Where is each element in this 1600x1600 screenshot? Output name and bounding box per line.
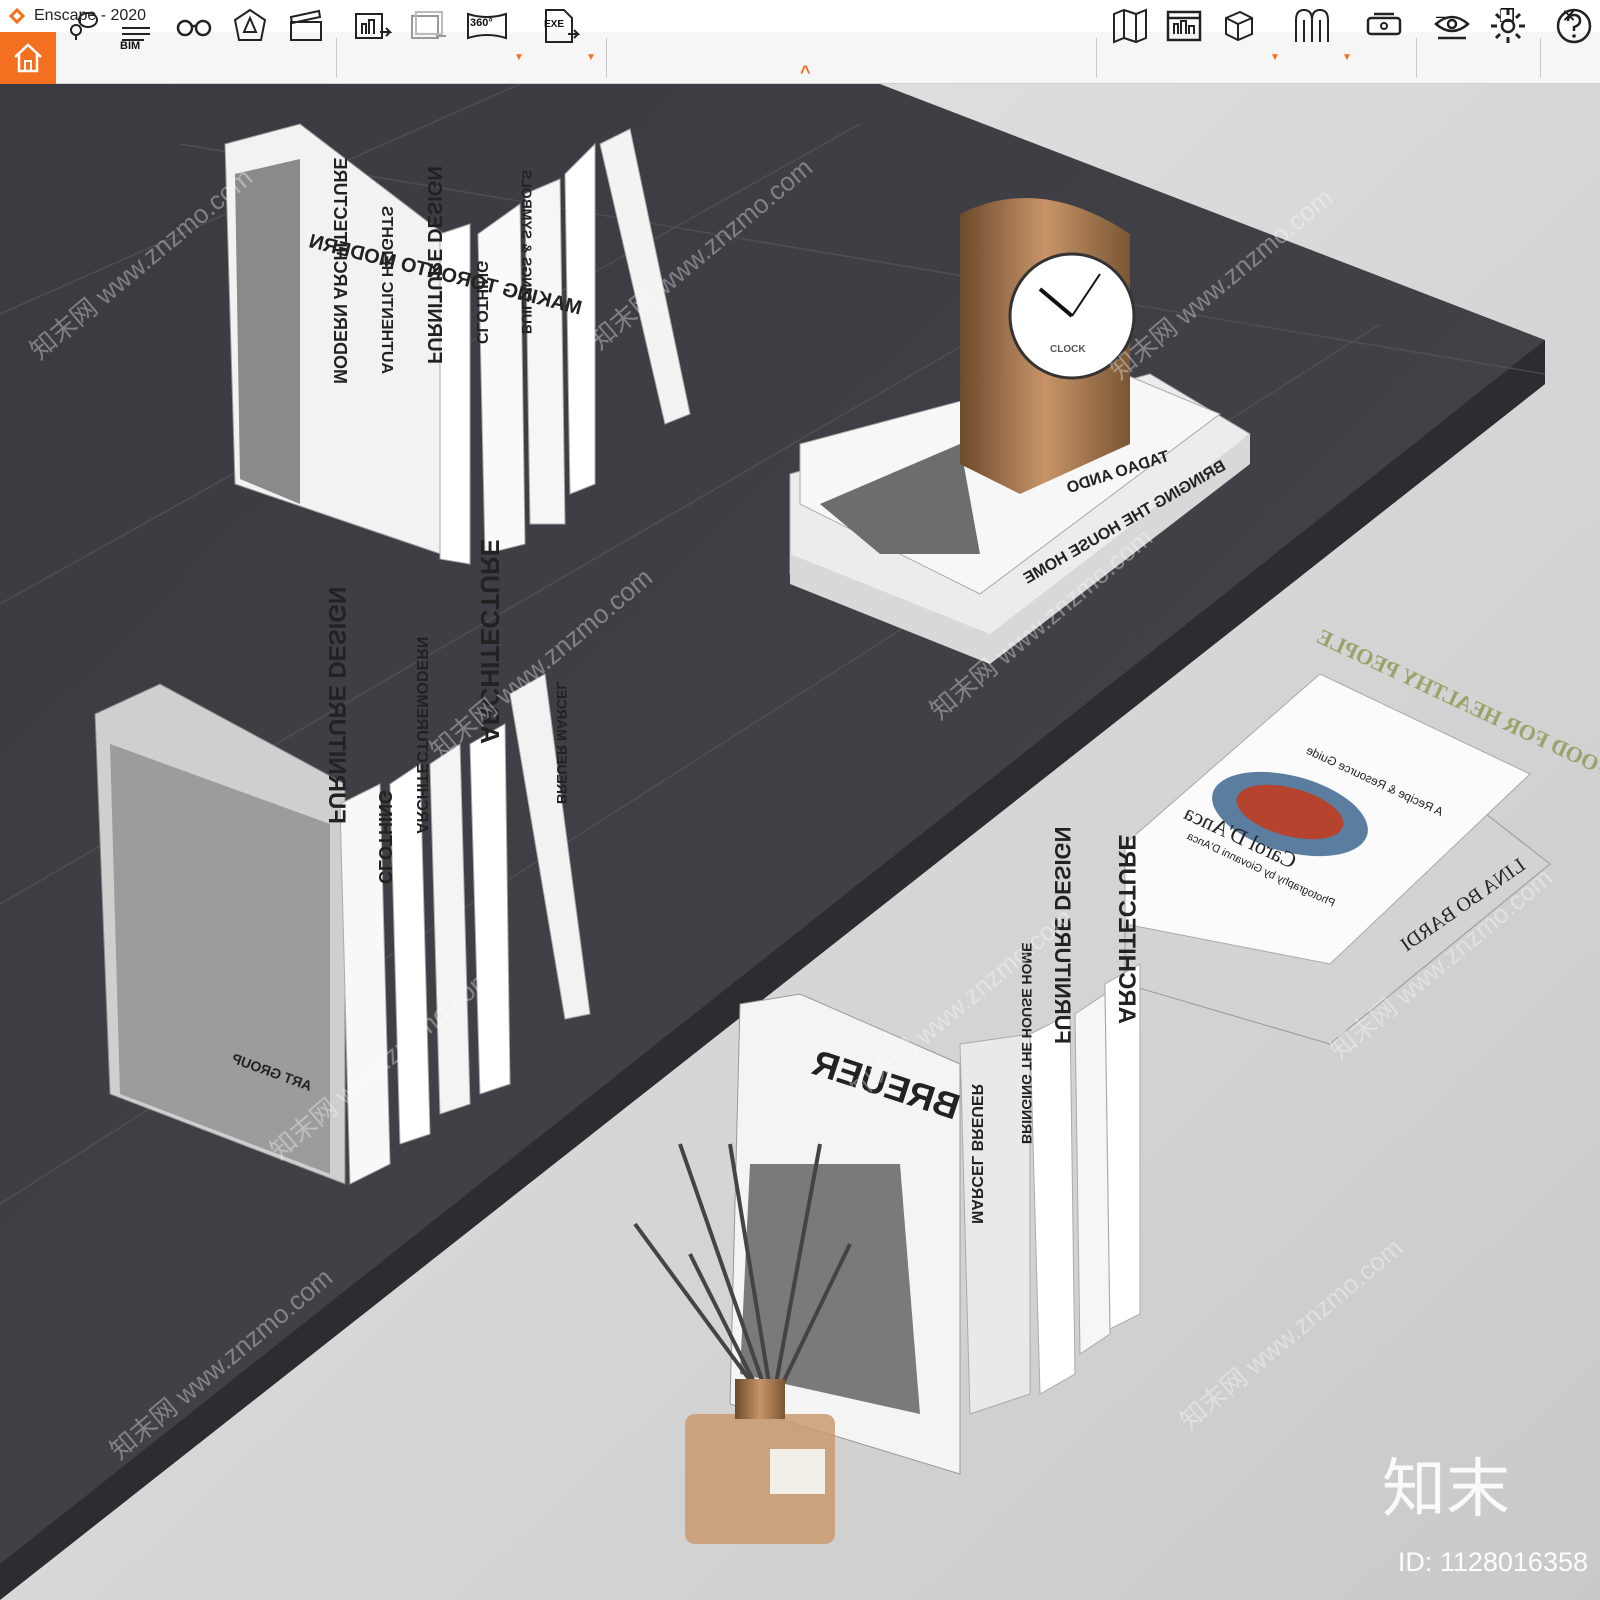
book-spine: BUILDINGS & SYMBOLS [519,169,535,334]
export-exe-button[interactable]: EXE [538,6,582,46]
home-button[interactable] [0,32,56,84]
scene-render [0,84,1600,1600]
visual-settings-icon [1434,15,1470,40]
material-dropdown-icon[interactable]: ▼ [1342,52,1352,63]
cube-button[interactable] [1216,6,1260,46]
render-viewport[interactable]: MAKING TORONTO MODERN MODERN ARCHITECTUR… [0,84,1600,1600]
brand-mark: 知末 [1382,1453,1510,1527]
binoculars-button[interactable] [172,6,216,46]
material-button[interactable] [1290,6,1334,46]
map-button[interactable] [1108,6,1152,46]
book-spine: MODERN ARCHITECTURE [330,157,350,384]
bim-label: BIM [120,40,141,52]
image-id: ID: 1128016358 [1397,1547,1588,1577]
book-spine: CLOTHING [473,260,490,344]
panorama-label: 360° [470,17,493,29]
enscape-logo-icon [6,5,28,27]
settings-button[interactable] [1486,6,1530,46]
cube-dropdown-icon[interactable]: ▼ [1270,52,1280,63]
visual-settings-button[interactable] [1430,6,1474,46]
render-image-icon [355,13,392,39]
material-icon [1295,8,1329,42]
render-image-button[interactable] [350,6,394,46]
location-icon [70,12,98,40]
toolbar-separator [1096,38,1097,78]
panorama-dropdown-icon[interactable]: ▼ [514,52,524,63]
help-icon [1556,8,1592,44]
batch-render-button[interactable] [406,6,450,46]
toolbar-separator [606,38,607,78]
vr-headset-icon [1366,12,1402,36]
book-spine: MARCEL BREUER [968,1083,985,1224]
assets-icon [233,8,267,41]
location-button[interactable] [62,6,102,46]
toolbar-separator [336,38,337,78]
book-spine: FURNITURE DESIGN [323,586,350,824]
help-button[interactable] [1552,6,1596,46]
view-management-icon [1166,10,1202,42]
toolbar-separator [1416,38,1417,78]
cube-icon [1225,10,1253,42]
clapper-icon [289,9,322,41]
exe-label: EXE [544,19,565,30]
book-spine: ARCHITECTURE [1113,834,1140,1024]
settings-icon [1491,9,1525,43]
assets-button[interactable] [228,6,272,46]
video-editor-button[interactable] [284,6,328,46]
book-spine: FURNITURE DESIGN [423,166,445,364]
vr-button[interactable] [1362,6,1406,46]
panorama-button[interactable]: 360° [462,6,512,46]
book-spine: CLOTHING [375,790,395,884]
toolbar-separator [1540,38,1541,78]
clock-label: CLOCK [1050,344,1086,355]
book-spine: BREUER MARCEL [554,681,570,804]
export-dropdown-icon[interactable]: ▼ [586,52,596,63]
clock [960,198,1136,494]
collapse-toolbar-button[interactable]: ^ [800,62,811,83]
book-spine: AUTHENTIC HEIGHTS [378,206,395,374]
batch-render-icon [411,11,446,39]
map-icon [1113,8,1147,44]
home-icon [14,43,42,73]
view-management-button[interactable] [1162,6,1206,46]
binoculars-icon [176,19,212,37]
